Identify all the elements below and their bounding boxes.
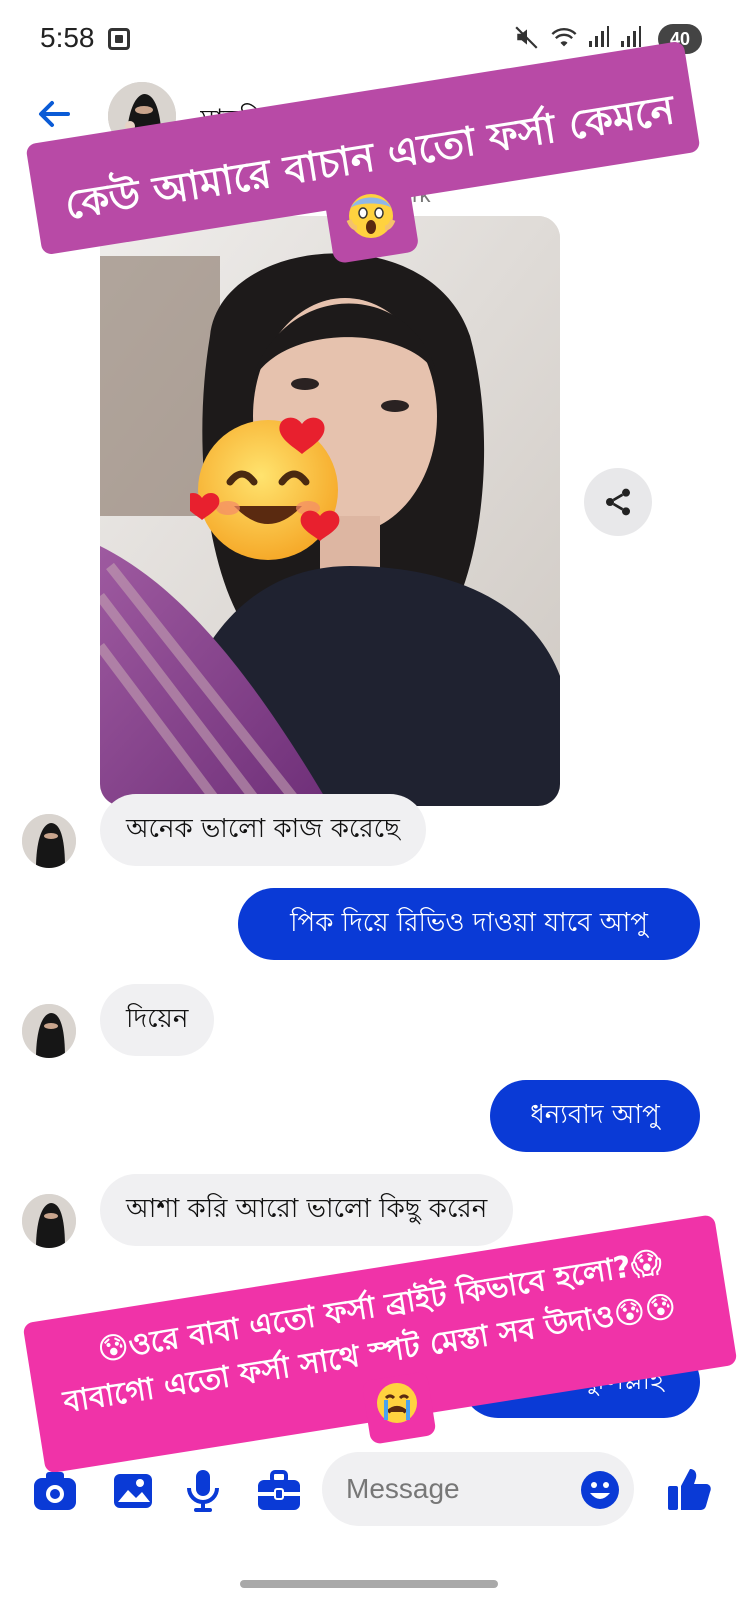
smiley-icon[interactable] xyxy=(580,1470,620,1510)
camera-icon[interactable] xyxy=(32,1468,78,1514)
image-icon[interactable] xyxy=(110,1468,156,1514)
share-icon xyxy=(606,488,630,516)
crying-emoji xyxy=(377,1383,417,1423)
smiling-face-with-hearts-emoji xyxy=(190,417,340,560)
screenshot-icon xyxy=(108,28,130,50)
incoming-avatar[interactable] xyxy=(22,1194,76,1248)
signal-icon xyxy=(621,26,641,47)
incoming-avatar[interactable] xyxy=(22,1004,76,1058)
mute-icon xyxy=(515,26,538,49)
microphone-icon[interactable] xyxy=(180,1468,226,1514)
signal-icon xyxy=(589,26,609,47)
message-bubble-outgoing[interactable]: ধন্যবাদ আপু xyxy=(490,1080,700,1152)
wifi-icon xyxy=(551,28,577,47)
message-bubble-incoming[interactable]: দিয়েন xyxy=(100,984,215,1056)
message-bubble-outgoing[interactable]: পিক দিয়ে রিভিও দাওয়া যাবে আপু xyxy=(238,888,700,960)
status-time: 5:58 xyxy=(40,22,95,53)
thumbs-up-icon[interactable] xyxy=(666,1466,712,1512)
home-indicator[interactable] xyxy=(240,1580,498,1588)
message-bubble-incoming[interactable]: আশা করি আরো ভালো কিছু করেন xyxy=(100,1174,514,1246)
arrow-left-icon[interactable] xyxy=(34,94,74,134)
shared-photo[interactable] xyxy=(100,216,560,806)
share-button[interactable] xyxy=(584,468,652,536)
message-bubble-incoming[interactable]: অনেক ভালো কাজ করেছে xyxy=(100,794,426,866)
status-icons xyxy=(514,24,642,50)
incoming-avatar[interactable] xyxy=(22,814,76,868)
scream-emoji xyxy=(346,194,396,238)
briefcase-icon[interactable] xyxy=(256,1468,302,1514)
